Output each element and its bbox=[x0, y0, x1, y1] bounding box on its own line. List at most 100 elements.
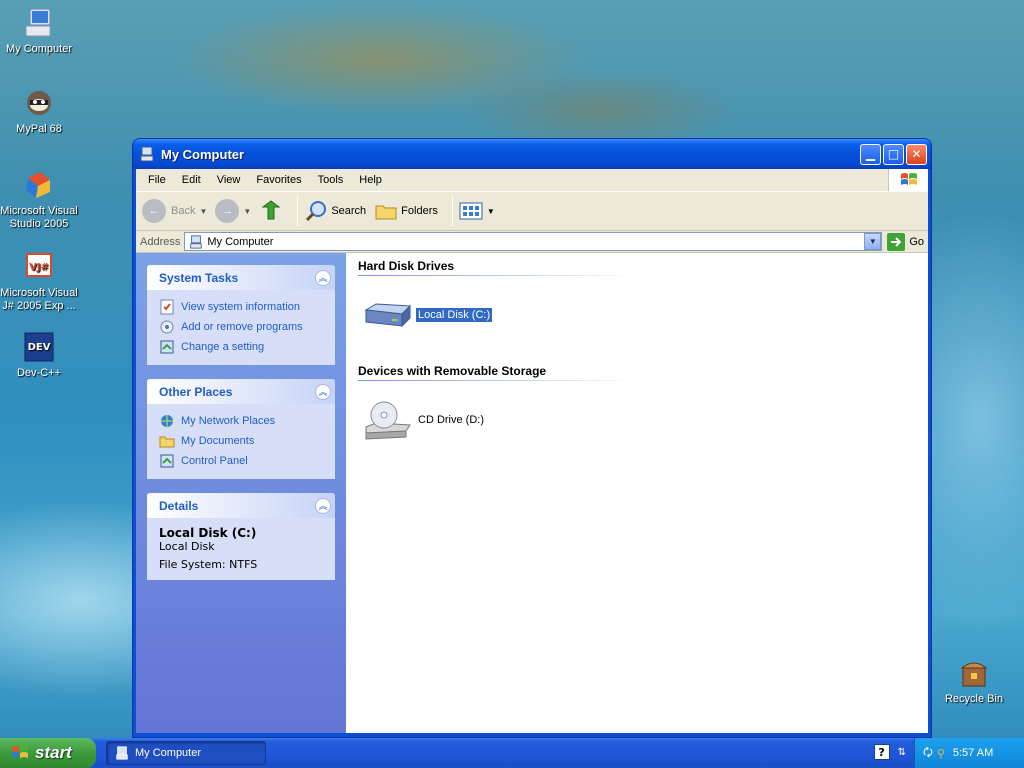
folders-button[interactable]: Folders bbox=[374, 199, 438, 223]
toolbar: ← Back ▼ → ▼ Search Folders ▼ bbox=[136, 191, 928, 231]
drive-label: CD Drive (D:) bbox=[418, 414, 484, 426]
help-icon[interactable]: ? bbox=[873, 744, 890, 760]
desktop-icon-visual-studio[interactable]: Microsoft Visual Studio 2005 bbox=[0, 168, 78, 231]
taskbar-button-my-computer[interactable]: My Computer bbox=[106, 741, 266, 765]
desktop-icon-label: My Computer bbox=[5, 43, 73, 55]
link-label: My Network Places bbox=[181, 415, 276, 427]
maximize-icon: □ bbox=[887, 147, 900, 161]
add-remove-programs-link[interactable]: Add or remove programs bbox=[159, 317, 323, 337]
file-view: Hard Disk Drives Local Disk (C:) Devices… bbox=[346, 253, 928, 733]
drive-label: Local Disk (C:) bbox=[414, 307, 494, 323]
link-label: View system information bbox=[181, 301, 301, 313]
details-panel: Details ︽ Local Disk (C:) Local Disk Fil… bbox=[147, 493, 335, 580]
system-tray: 🗘 ⚲ 5:57 AM bbox=[914, 738, 1024, 768]
network-icon[interactable]: 🗘 bbox=[923, 744, 933, 763]
clock[interactable]: 5:57 AM bbox=[953, 747, 993, 759]
my-network-places-link[interactable]: My Network Places bbox=[159, 411, 323, 431]
svg-text:VJ#: VJ# bbox=[29, 262, 49, 273]
link-label: My Documents bbox=[181, 435, 255, 447]
go-arrow-icon bbox=[887, 232, 906, 251]
computer-icon bbox=[116, 746, 128, 760]
content-area: System Tasks ︽ View system information A… bbox=[136, 253, 928, 733]
desktop-icon-vjsharp[interactable]: VJ# Microsoft Visual J# 2005 Exp ... bbox=[0, 250, 78, 313]
task-pane: System Tasks ︽ View system information A… bbox=[136, 253, 346, 733]
forward-arrow-icon: → bbox=[215, 199, 240, 223]
change-setting-link[interactable]: Change a setting bbox=[159, 337, 323, 357]
menu-bar: File Edit View Favorites Tools Help bbox=[136, 169, 928, 191]
add-remove-programs-icon bbox=[160, 320, 174, 334]
title-bar[interactable]: My Computer ▁ □ ✕ bbox=[133, 139, 931, 169]
panel-title: Details bbox=[159, 498, 199, 513]
minimize-button[interactable]: ▁ bbox=[860, 143, 881, 165]
toolbar-separator bbox=[297, 196, 299, 226]
desktop-icon-label: Microsoft Visual J# 2005 Exp ... bbox=[0, 287, 78, 312]
windows-logo-icon bbox=[888, 169, 928, 191]
desktop-icon-label: Dev-C++ bbox=[16, 367, 62, 379]
start-button[interactable]: start bbox=[0, 738, 96, 768]
visual-studio-icon bbox=[26, 172, 50, 198]
drive-cd-d[interactable]: CD Drive (D:) bbox=[362, 399, 928, 441]
close-button[interactable]: ✕ bbox=[906, 143, 927, 165]
forward-button[interactable]: → ▼ bbox=[215, 199, 251, 223]
link-label: Add or remove programs bbox=[181, 321, 303, 333]
visual-jsharp-icon: VJ# bbox=[26, 253, 52, 277]
search-label: Search bbox=[331, 205, 367, 217]
maximize-button[interactable]: □ bbox=[883, 143, 904, 165]
system-tasks-panel: System Tasks ︽ View system information A… bbox=[147, 265, 335, 365]
view-system-info-link[interactable]: View system information bbox=[159, 297, 323, 317]
desktop-icon-mypal[interactable]: MyPal 68 bbox=[0, 86, 78, 136]
minimize-icon: ▁ bbox=[865, 147, 876, 161]
search-button[interactable]: Search bbox=[304, 199, 366, 223]
address-dropdown-button[interactable]: ▼ bbox=[864, 233, 882, 250]
system-info-icon bbox=[160, 299, 174, 315]
desktop-icon-recycle-bin[interactable]: Recycle Bin bbox=[935, 656, 1013, 706]
address-field[interactable]: My Computer bbox=[184, 232, 883, 251]
panel-title: Other Places bbox=[159, 384, 233, 399]
system-tasks-header[interactable]: System Tasks ︽ bbox=[147, 265, 335, 290]
desktop-icon-my-computer[interactable]: My Computer bbox=[0, 6, 78, 56]
collapse-icon[interactable]: ︽ bbox=[315, 497, 331, 514]
address-value: My Computer bbox=[207, 235, 274, 248]
up-button[interactable] bbox=[259, 199, 283, 223]
taskbar: start My Computer ? ⇅ 🗘 ⚲ 5:57 AM bbox=[0, 738, 1024, 768]
language-icon[interactable]: ⇅ bbox=[898, 747, 906, 758]
taskbar-button-label: My Computer bbox=[135, 747, 202, 759]
menu-view[interactable]: View bbox=[209, 174, 249, 186]
drive-local-disk-c[interactable]: Local Disk (C:) bbox=[362, 294, 928, 336]
back-button[interactable]: ← Back ▼ bbox=[142, 199, 207, 223]
address-label: Address bbox=[140, 235, 181, 248]
menu-help[interactable]: Help bbox=[351, 174, 390, 186]
control-panel-link[interactable]: Control Panel bbox=[159, 451, 323, 471]
collapse-icon[interactable]: ︽ bbox=[315, 269, 331, 286]
panel-title: System Tasks bbox=[159, 270, 239, 285]
devcpp-icon: DEV bbox=[24, 332, 54, 362]
computer-icon bbox=[190, 234, 203, 249]
taskbar-help-area: ? ⇅ bbox=[873, 744, 906, 760]
search-icon[interactable]: ⚲ bbox=[937, 747, 945, 760]
chevron-down-icon: ▼ bbox=[199, 206, 208, 216]
details-file-system: File System: NTFS bbox=[159, 558, 258, 571]
menu-favorites[interactable]: Favorites bbox=[248, 174, 309, 186]
group-title-hard-disks: Hard Disk Drives bbox=[358, 259, 455, 273]
desktop-icon-devcpp[interactable]: DEV Dev-C++ bbox=[0, 330, 78, 380]
chevron-down-icon: ▼ bbox=[868, 237, 877, 246]
link-label: Change a setting bbox=[181, 341, 265, 353]
explorer-window: My Computer ▁ □ ✕ File Edit View Favorit… bbox=[132, 138, 932, 738]
collapse-icon[interactable]: ︽ bbox=[315, 383, 331, 400]
my-documents-link[interactable]: My Documents bbox=[159, 431, 323, 451]
network-places-icon bbox=[161, 415, 173, 427]
go-button[interactable]: Go bbox=[887, 232, 924, 251]
menu-edit[interactable]: Edit bbox=[174, 174, 209, 186]
back-arrow-icon: ← bbox=[142, 199, 166, 223]
other-places-header[interactable]: Other Places ︽ bbox=[147, 379, 335, 404]
menu-file[interactable]: File bbox=[140, 174, 174, 186]
up-folder-icon bbox=[261, 200, 281, 220]
control-panel-icon bbox=[160, 454, 174, 468]
menu-tools[interactable]: Tools bbox=[310, 174, 352, 186]
folders-label: Folders bbox=[401, 205, 438, 217]
views-button[interactable]: ▼ bbox=[459, 201, 495, 221]
window-title: My Computer bbox=[161, 146, 245, 162]
recycle-bin-icon bbox=[960, 662, 988, 687]
details-header[interactable]: Details ︽ bbox=[147, 493, 335, 518]
desktop-icon-label: Microsoft Visual Studio 2005 bbox=[0, 205, 78, 230]
